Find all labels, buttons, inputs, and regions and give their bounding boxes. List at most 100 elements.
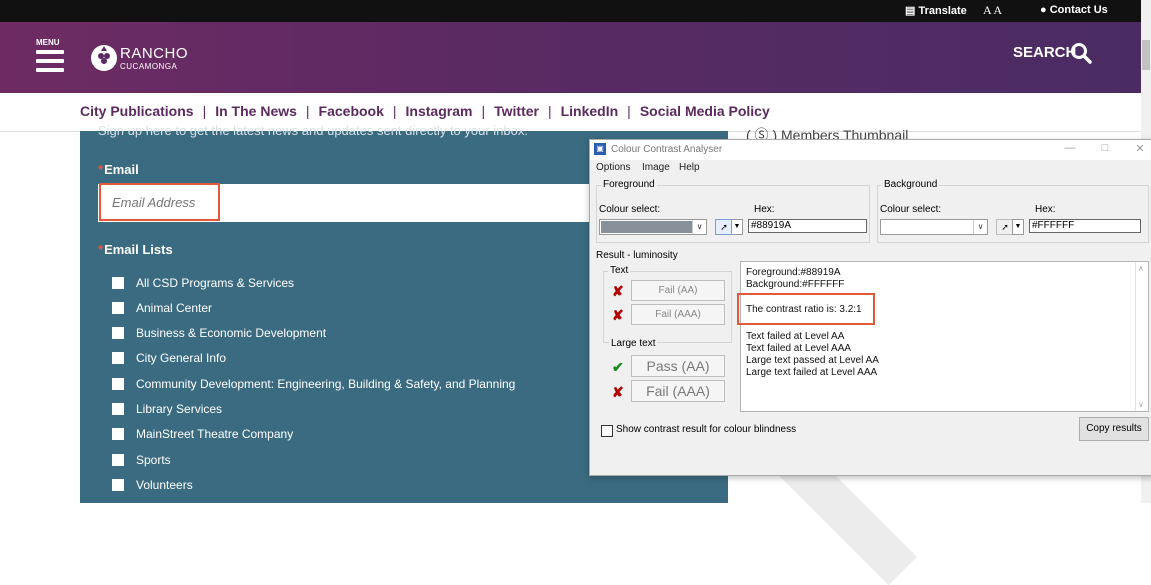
email-label: *Email: [98, 162, 139, 177]
result-background-line: Background:#FFFFFF: [746, 279, 845, 290]
result-line: Large text failed at Level AAA: [746, 367, 878, 378]
list-item-label: All CSD Programs & Services: [136, 276, 295, 290]
bg-colour-swatch: [882, 221, 973, 233]
fg-colour-swatch: [601, 221, 692, 233]
list-checkbox[interactable]: [112, 479, 124, 491]
list-checkbox[interactable]: [112, 403, 124, 415]
nav-twitter[interactable]: Twitter: [494, 103, 539, 119]
text-size-toggle[interactable]: A A: [983, 3, 1002, 18]
nav-in-the-news[interactable]: In The News: [215, 103, 297, 119]
text-aa-result: Fail (AA): [631, 280, 725, 301]
background-group-title: Background: [882, 179, 940, 190]
hamburger-icon: [36, 50, 64, 54]
list-item-label: MainStreet Theatre Company: [136, 427, 294, 441]
copy-results-button[interactable]: Copy results: [1079, 417, 1149, 441]
contact-us-link[interactable]: ● Contact Us: [1040, 4, 1108, 16]
menu-options[interactable]: Options: [596, 162, 630, 173]
result-foreground-line: Foreground:#88919A: [746, 267, 841, 278]
fg-colour-select-label: Colour select:: [599, 204, 661, 215]
foreground-group-title: Foreground: [601, 179, 657, 190]
search-label: SEARCH: [1013, 44, 1077, 61]
list-item-label: Animal Center: [136, 301, 213, 315]
text-aaa-result: Fail (AAA): [631, 304, 725, 325]
large-aa-result: Pass (AA): [631, 355, 725, 377]
colour-blindness-checkbox[interactable]: [601, 425, 613, 437]
hamburger-icon-bar: [36, 59, 64, 63]
nav-instagram[interactable]: Instagram: [406, 103, 473, 119]
translate-icon: ▤: [905, 5, 916, 17]
fail-cross-icon: ✘: [612, 307, 624, 323]
fg-hex-label: Hex:: [754, 204, 775, 215]
hamburger-icon-bar: [36, 68, 64, 72]
background-group: Background Colour select: Hex: ∨ ➚ ▼: [877, 179, 1149, 243]
contact-us-label: Contact Us: [1049, 4, 1108, 16]
text-group-title: Text: [608, 265, 631, 276]
bg-picker-menu-arrow[interactable]: ▼: [1012, 219, 1024, 235]
result-text-area[interactable]: Foreground:#88919A Background:#FFFFFF Th…: [740, 261, 1149, 412]
chevron-up-icon[interactable]: ∧: [1138, 264, 1144, 273]
window-title: Colour Contrast Analyser: [611, 144, 723, 155]
list-item-label: City General Info: [136, 351, 227, 365]
fg-picker-menu-arrow[interactable]: ▼: [731, 219, 743, 235]
contrast-analyser-window: ▣ Colour Contrast Analyser — □ ✕ Options…: [589, 139, 1151, 476]
chevron-down-icon[interactable]: ∨: [1138, 400, 1144, 409]
logo-text-cucamonga: CUCAMONGA: [120, 62, 178, 71]
close-icon[interactable]: ✕: [1130, 142, 1150, 156]
bg-hex-input[interactable]: [1029, 219, 1141, 233]
email-label-text: Email: [104, 162, 139, 177]
list-checkbox[interactable]: [112, 352, 124, 364]
nav-separator: |: [627, 103, 631, 119]
list-checkbox[interactable]: [112, 454, 124, 466]
grape-cluster-icon: [91, 45, 117, 71]
utility-bar: ▤ Translate A A ● Contact Us: [0, 0, 1141, 22]
logo-text-rancho: RANCHO: [120, 45, 189, 62]
nav-separator: |: [305, 103, 310, 119]
list-item-label: Sports: [136, 453, 171, 467]
site-header: MENU RANCHO CUCAMONGA SEARCH: [0, 22, 1141, 93]
fail-cross-icon: ✘: [612, 283, 624, 299]
colour-blindness-label: Show contrast result for colour blindnes…: [616, 424, 797, 435]
required-mark: *: [98, 162, 104, 177]
nav-separator: |: [547, 103, 552, 119]
fg-hex-input[interactable]: [748, 219, 867, 233]
list-checkbox[interactable]: [112, 428, 124, 440]
result-scrollbar[interactable]: ∧ ∨: [1135, 262, 1148, 411]
list-checkbox[interactable]: [112, 378, 124, 390]
list-item-label: Volunteers: [136, 478, 193, 492]
nav-separator: |: [392, 103, 397, 119]
result-group-title: Result - luminosity: [594, 250, 680, 261]
translate-label: Translate: [918, 5, 967, 17]
list-checkbox[interactable]: [112, 302, 124, 314]
nav-separator: |: [202, 103, 207, 119]
window-title-bar[interactable]: ▣ Colour Contrast Analyser — □ ✕: [590, 140, 1151, 160]
nav-social-media-policy[interactable]: Social Media Policy: [640, 103, 770, 119]
list-checkbox[interactable]: [112, 277, 124, 289]
large-aaa-result: Fail (AAA): [631, 380, 725, 402]
email-lists-label: *Email Lists: [98, 242, 173, 257]
menu-label: MENU: [36, 38, 60, 47]
page-scrollbar-thumb[interactable]: [1142, 40, 1150, 70]
menu-button[interactable]: MENU: [34, 38, 66, 78]
minimize-icon[interactable]: —: [1060, 142, 1080, 156]
fail-cross-icon: ✘: [612, 384, 624, 400]
search-button[interactable]: SEARCH: [1013, 43, 1092, 64]
menu-bar: Options Image Help: [590, 162, 1151, 176]
menu-image[interactable]: Image: [642, 162, 670, 173]
nav-separator: |: [481, 103, 486, 119]
translate-link[interactable]: ▤ Translate: [905, 4, 967, 17]
foreground-group: Foreground Colour select: Hex: ∨ ➚ ▼: [596, 179, 870, 243]
email-lists-label-text: Email Lists: [104, 242, 173, 257]
nav-facebook[interactable]: Facebook: [319, 103, 384, 119]
large-text-group-title: Large text: [609, 338, 658, 349]
list-checkbox[interactable]: [112, 327, 124, 339]
nav-linkedin[interactable]: LinkedIn: [561, 103, 619, 119]
nav-city-publications[interactable]: City Publications: [80, 103, 194, 119]
social-nav-links: City Publications | In The News | Facebook | I…: [80, 103, 770, 119]
bg-colour-dropdown[interactable]: ∨: [880, 219, 988, 235]
fg-colour-dropdown[interactable]: ∨: [599, 219, 707, 235]
maximize-icon[interactable]: □: [1095, 142, 1115, 156]
result-line: Large text passed at Level AA: [746, 355, 879, 366]
chevron-down-icon: ∨: [973, 220, 987, 234]
menu-help[interactable]: Help: [679, 162, 700, 173]
signup-intro-text: Sign up here to get the latest news and …: [98, 123, 528, 138]
